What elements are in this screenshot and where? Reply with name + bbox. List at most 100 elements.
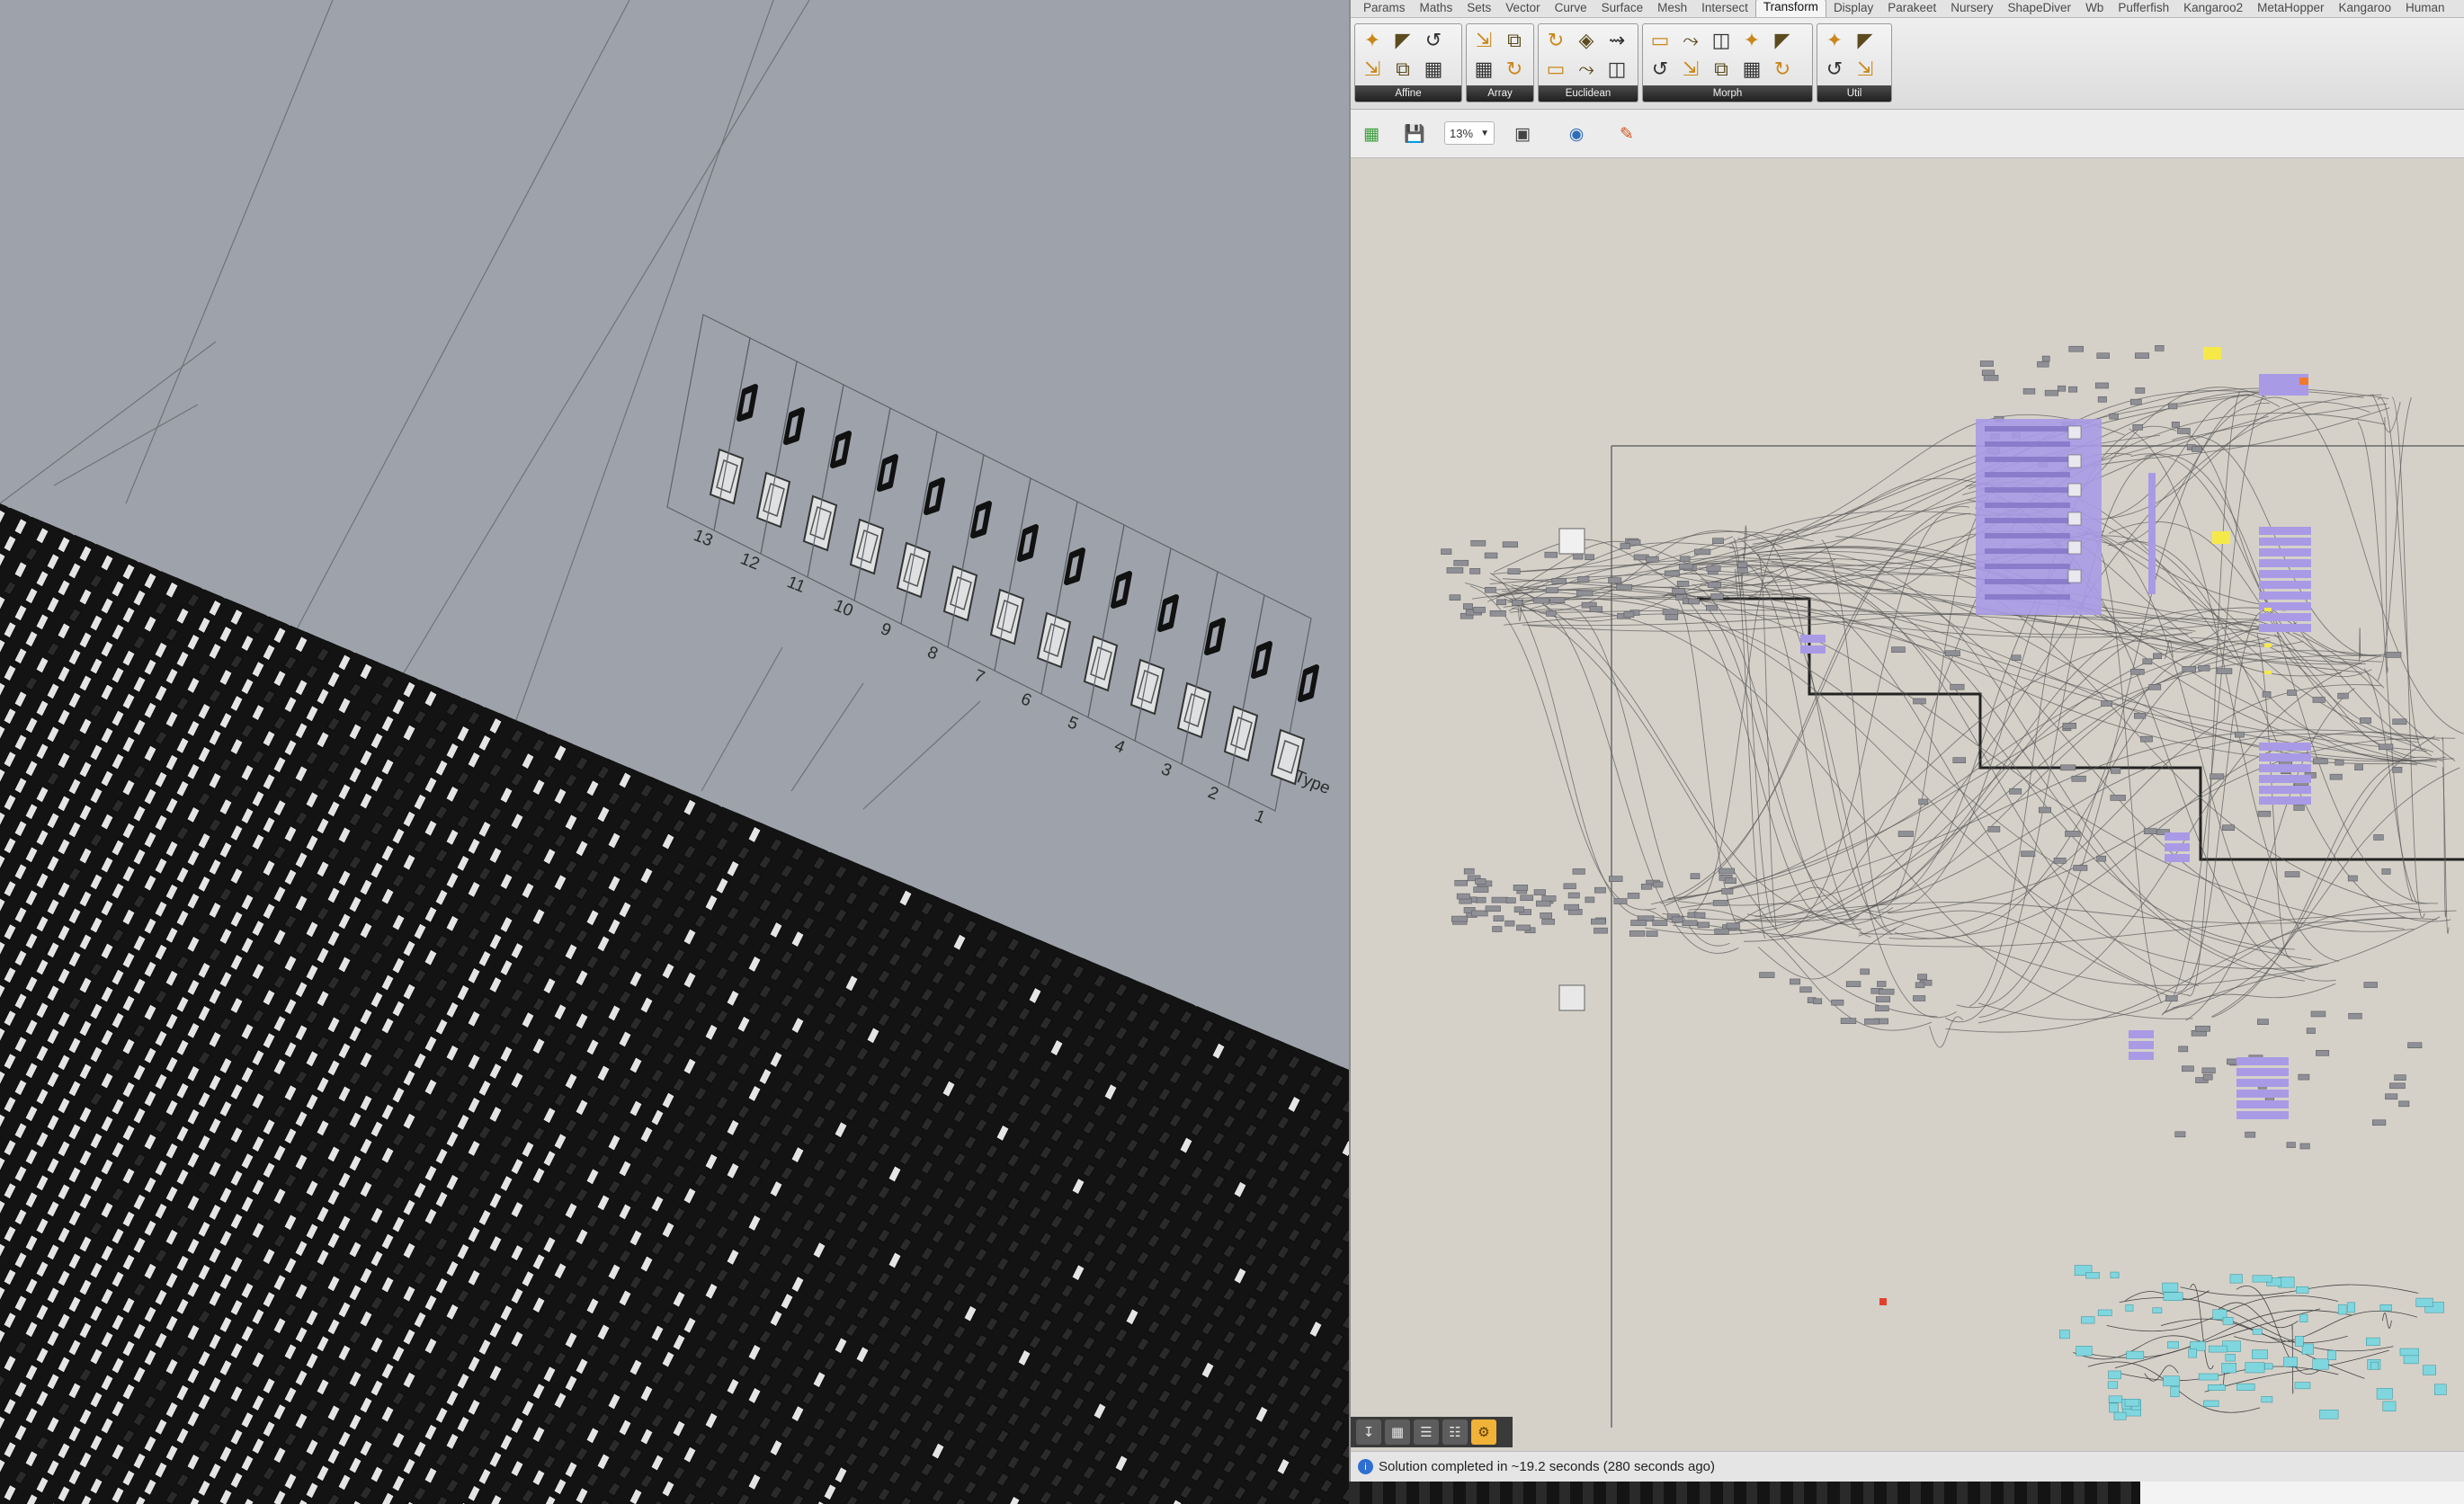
sporph-icon[interactable]: ⇲ xyxy=(1677,57,1704,82)
compound-icon[interactable]: ✦ xyxy=(1821,28,1848,53)
stretch-icon[interactable]: ✦ xyxy=(1738,28,1765,53)
purple-node xyxy=(2236,1100,2289,1108)
panel-morph-label: Morph xyxy=(1643,85,1812,102)
component-node xyxy=(2392,718,2407,725)
tab-maths[interactable]: Maths xyxy=(1413,1,1460,17)
list-icon[interactable]: ☷ xyxy=(1442,1419,1468,1445)
purple-node xyxy=(2129,1052,2154,1060)
tab-human[interactable]: Human xyxy=(2398,1,2452,17)
tab-wb[interactable]: Wb xyxy=(2078,1,2111,17)
twist-icon[interactable]: ⤳ xyxy=(1677,28,1704,53)
component-node xyxy=(1831,999,1844,1006)
type-strip xyxy=(1087,524,1172,742)
bake-icon[interactable]: ↧ xyxy=(1356,1419,1381,1445)
linear-array-icon[interactable]: ▦ xyxy=(1470,57,1497,82)
wire xyxy=(2256,633,2291,957)
panel-euclidean-tools: ↻ ◈ ⇝ ▭ ⤳ ◫ xyxy=(1542,28,1634,84)
wire xyxy=(1662,733,2419,921)
grasshopper-canvas[interactable] xyxy=(1351,158,2464,1428)
layers-icon[interactable]: ☰ xyxy=(1414,1419,1439,1445)
tab-shapediver[interactable]: ShapeDiver xyxy=(2001,1,2079,17)
orient-direction-icon[interactable]: ⇝ xyxy=(1603,28,1630,53)
transform-icon[interactable]: ⇲ xyxy=(1852,57,1879,82)
tab-metahopper[interactable]: MetaHopper xyxy=(2250,1,2331,17)
purple-node xyxy=(2259,592,2311,600)
inverse-icon[interactable]: ↺ xyxy=(1821,57,1848,82)
tab-mesh[interactable]: Mesh xyxy=(1650,1,1694,17)
guide-line xyxy=(862,700,981,810)
project-icon[interactable]: ⇲ xyxy=(1359,57,1386,82)
cyan-node xyxy=(2376,1388,2393,1400)
tab-parakeet[interactable]: Parakeet xyxy=(1880,1,1943,17)
move-icon[interactable]: ↻ xyxy=(1542,28,1569,53)
tab-pufferfish[interactable]: Pufferfish xyxy=(2111,1,2176,17)
shear-icon[interactable]: ◤ xyxy=(1389,28,1416,53)
mirror-icon[interactable]: ⧉ xyxy=(1389,57,1416,82)
cluster-icon[interactable]: ▦ xyxy=(1385,1419,1410,1445)
component-node xyxy=(2068,345,2084,352)
rhino-viewport[interactable]: 13 12 11 10 9 8 7 6 5 4 3 2 1 Type xyxy=(0,0,1349,1504)
tab-transform[interactable]: Transform xyxy=(1754,0,1826,17)
cyan-node xyxy=(2301,1343,2314,1355)
sketch-pen-icon[interactable]: ✎ xyxy=(1613,120,1640,147)
grid-array-icon[interactable]: ↻ xyxy=(1501,57,1528,82)
tab-kangaroo2[interactable]: Kangaroo2 xyxy=(2176,1,2250,17)
purple-node xyxy=(2236,1111,2289,1119)
component-node xyxy=(2021,850,2036,858)
facade-tile xyxy=(413,663,427,681)
component-node xyxy=(2143,828,2157,834)
bend-icon[interactable]: ▭ xyxy=(1647,28,1674,53)
flow-icon[interactable]: ◫ xyxy=(1708,28,1735,53)
tab-nursery[interactable]: Nursery xyxy=(1943,1,2000,17)
component-node xyxy=(2389,1082,2406,1090)
split-icon[interactable]: ◤ xyxy=(1852,28,1879,53)
scale-icon[interactable]: ✦ xyxy=(1359,28,1386,53)
type-frame-tile xyxy=(1129,658,1165,716)
solver-icon[interactable]: ⚙ xyxy=(1471,1419,1496,1445)
cyan-node xyxy=(2109,1402,2119,1413)
wire xyxy=(1977,903,2439,1020)
taper-icon[interactable]: ◤ xyxy=(1769,28,1796,53)
curve-array-icon[interactable]: ⇲ xyxy=(1470,28,1497,53)
type-frame-tile xyxy=(709,448,745,505)
component-node xyxy=(2257,1019,2269,1025)
component-node xyxy=(2216,668,2233,674)
save-file-icon[interactable]: 💾 xyxy=(1401,120,1428,147)
orient-icon[interactable]: ↺ xyxy=(1420,28,1447,53)
purple-node xyxy=(1800,645,1826,654)
rotate-axis-icon[interactable]: ⤳ xyxy=(1573,57,1600,82)
panel-morph-tools: ▭ ⤳ ◫ ✦ ◤ ↺ ⇲ ⧉ ▦ ↻ xyxy=(1647,28,1808,84)
component-node xyxy=(1690,873,1701,879)
tab-kangaroo[interactable]: Kangaroo xyxy=(2331,1,2398,17)
component-node xyxy=(1759,972,1775,978)
open-file-icon[interactable]: ▦ xyxy=(1358,120,1385,147)
wire xyxy=(2377,397,2426,750)
component-node xyxy=(2293,805,2305,811)
cyan-node xyxy=(2221,1363,2236,1374)
surface-box-icon[interactable]: ⧉ xyxy=(1708,57,1735,82)
rotate-icon[interactable]: ◈ xyxy=(1573,28,1600,53)
box-morph-icon[interactable]: ▦ xyxy=(1738,57,1765,82)
wire xyxy=(2070,401,2370,521)
wire xyxy=(2211,735,2436,1018)
preview-eye-icon[interactable]: ◉ xyxy=(1563,120,1590,147)
tab-vector[interactable]: Vector xyxy=(1498,1,1547,17)
component-node xyxy=(1799,986,1812,993)
tab-sets[interactable]: Sets xyxy=(1460,1,1498,17)
rotate-direction-icon[interactable]: ◫ xyxy=(1603,57,1630,82)
tab-intersect[interactable]: Intersect xyxy=(1694,1,1755,17)
box-map-icon[interactable]: ▦ xyxy=(1420,57,1447,82)
type-frame-tile xyxy=(896,541,932,599)
tab-curve[interactable]: Curve xyxy=(1548,1,1594,17)
splop-icon[interactable]: ↺ xyxy=(1647,57,1674,82)
purple-group-row xyxy=(1985,564,2070,569)
zoom-dropdown[interactable]: 13% ▼ xyxy=(1444,121,1495,145)
blend-box-icon[interactable]: ↻ xyxy=(1769,57,1796,82)
polar-array-icon[interactable]: ⧉ xyxy=(1501,28,1528,53)
move-to-plane-icon[interactable]: ▭ xyxy=(1542,57,1569,82)
tab-params[interactable]: Params xyxy=(1356,1,1413,17)
zoom-extents-icon[interactable]: ▣ xyxy=(1509,120,1536,147)
tab-surface[interactable]: Surface xyxy=(1594,1,1651,17)
tab-display[interactable]: Display xyxy=(1826,1,1880,17)
component-node xyxy=(2385,1093,2398,1100)
